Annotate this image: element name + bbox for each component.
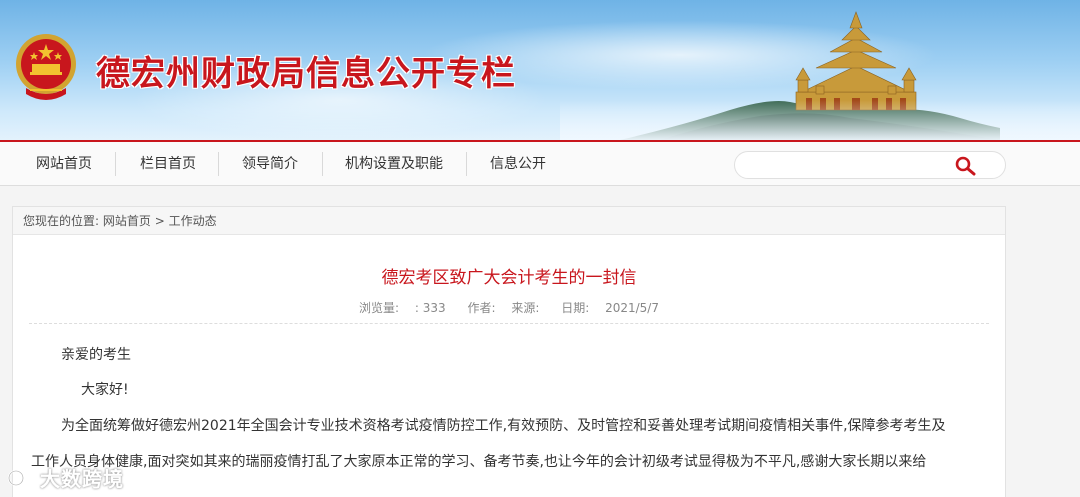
- source-label: 来源:: [511, 301, 540, 315]
- article-panel: 您现在的位置: 网站首页 > 工作动态 德宏考区致广大会计考生的一封信 浏览量:…: [12, 206, 1006, 497]
- greeting: 大家好!: [81, 382, 129, 398]
- site-title: 德宏州财政局信息公开专栏: [96, 54, 516, 94]
- salutation: 亲爱的考生: [61, 347, 131, 363]
- watermark: 大数跨境: [6, 462, 124, 492]
- date-value: 2021/5/7: [605, 301, 659, 315]
- watermark-text: 大数跨境: [40, 466, 124, 491]
- search-box: [734, 151, 1006, 179]
- paragraph-line: 工作人员身体健康,面对突如其来的瑞丽疫情打乱了大家原本正常的学习、备考节奏,也让…: [31, 454, 927, 470]
- nav-item-leadership[interactable]: 领导简介: [230, 142, 310, 186]
- watermark-logo-icon: [7, 467, 35, 487]
- nav-item-info-disclosure[interactable]: 信息公开: [478, 142, 558, 186]
- meta-divider: [29, 323, 989, 324]
- breadcrumb: 您现在的位置: 网站首页 > 工作动态: [13, 207, 1005, 235]
- banner-mist: [560, 100, 1080, 140]
- article-meta: 浏览量: : 333 作者: 来源: 日期: 2021/5/7: [13, 299, 1005, 316]
- views-value: : 333: [414, 301, 446, 315]
- nav-divider: [322, 152, 323, 176]
- date-label: 日期:: [561, 301, 590, 315]
- nav-item-column-home[interactable]: 栏目首页: [128, 142, 208, 186]
- nav-item-home[interactable]: 网站首页: [24, 142, 104, 186]
- views-label: 浏览量:: [359, 301, 400, 315]
- breadcrumb-prefix: 您现在的位置:: [23, 214, 100, 228]
- nav-divider: [115, 152, 116, 176]
- article-title: 德宏考区致广大会计考生的一封信: [381, 268, 637, 288]
- breadcrumb-separator: >: [154, 214, 165, 228]
- national-emblem-icon: [16, 34, 76, 100]
- site-banner: 德宏州财政局信息公开专栏: [0, 0, 1080, 140]
- search-input[interactable]: [747, 156, 947, 176]
- breadcrumb-current-link[interactable]: 工作动态: [169, 214, 217, 228]
- search-icon[interactable]: [953, 154, 979, 178]
- author-label: 作者:: [467, 301, 496, 315]
- nav-divider: [466, 152, 467, 176]
- nav-divider: [218, 152, 219, 176]
- breadcrumb-home-link[interactable]: 网站首页: [103, 214, 151, 228]
- paragraph-line: 为全面统筹做好德宏州2021年全国会计专业技术资格考试疫情防控工作,有效预防、及…: [61, 418, 946, 434]
- nav-item-organization[interactable]: 机构设置及职能: [334, 142, 454, 186]
- main-nav: 网站首页 栏目首页 领导简介 机构设置及职能 信息公开: [0, 140, 1080, 186]
